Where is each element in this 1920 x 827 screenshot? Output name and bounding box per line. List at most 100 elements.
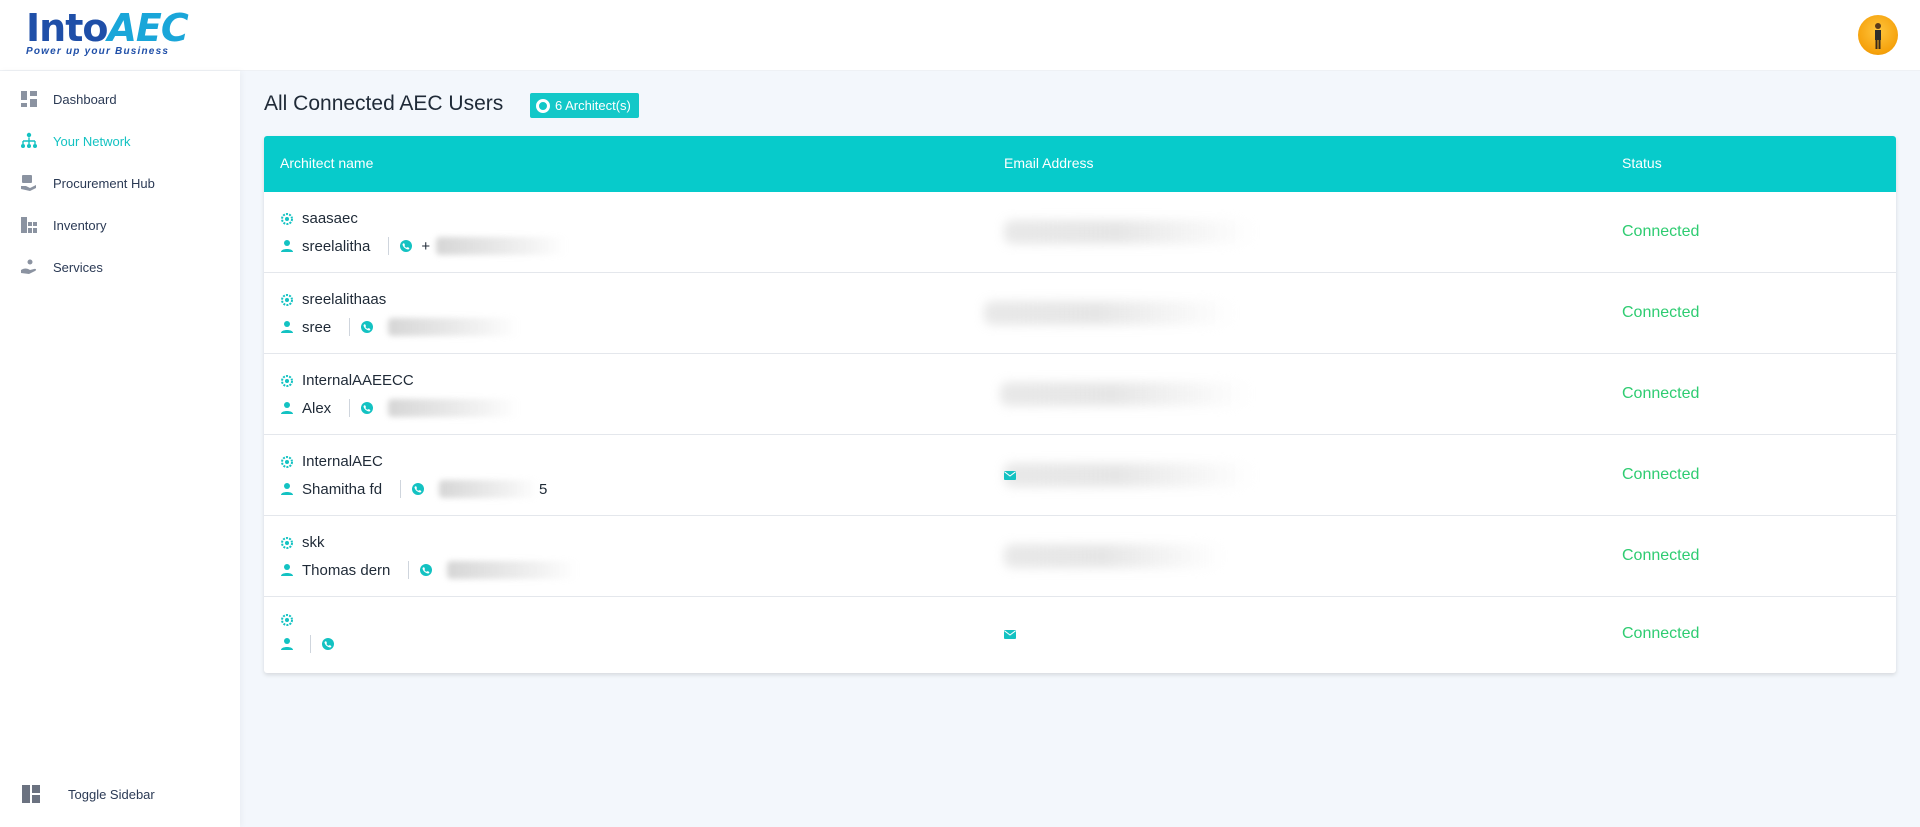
company-line	[280, 613, 302, 627]
company-line: InternalAEC	[280, 453, 383, 470]
phone-icon	[400, 240, 413, 252]
status-label: Connected	[1622, 223, 1700, 240]
divider	[388, 237, 390, 255]
phone-redacted	[388, 318, 519, 336]
table-row[interactable]: InternalAEC Shamitha fd 5 Connected	[264, 435, 1896, 516]
divider	[349, 318, 351, 336]
company-line: InternalAAEECC	[280, 372, 414, 389]
user-avatar[interactable]	[1858, 15, 1898, 55]
contact-line	[280, 635, 343, 653]
person-icon	[281, 240, 293, 252]
sidebar-item-label: Inventory	[53, 217, 107, 233]
phone-redacted	[447, 561, 578, 579]
company-gear-icon	[281, 614, 293, 626]
company-gear-icon	[281, 455, 293, 468]
company-name: sreelalithaas	[302, 291, 387, 308]
table-row[interactable]: skk Thomas dern Connected	[264, 516, 1896, 597]
logo-tagline: Power up your Business	[26, 46, 170, 57]
contact-line: Shamitha fd 5	[280, 480, 547, 498]
phone-icon	[361, 402, 374, 414]
table-row[interactable]: sreelalithaas sree Connected	[264, 273, 1896, 354]
contact-line: sreelalitha +	[280, 237, 567, 255]
status-label: Connected	[1622, 466, 1700, 483]
phone-icon	[322, 638, 334, 650]
sidebar: Dashboard Your Network Procurement Hub I…	[0, 71, 240, 827]
divider	[408, 561, 410, 579]
sidebar-item-procurement-hub[interactable]: Procurement Hub	[20, 171, 155, 195]
divider	[310, 635, 311, 653]
company-name: InternalAEC	[302, 453, 383, 470]
page-title: All Connected AEC Users	[264, 92, 504, 115]
logo-text-aec: AEC	[107, 6, 188, 50]
phone-icon	[361, 321, 374, 333]
email-redacted	[1004, 220, 1254, 244]
phone-number: 5	[539, 480, 548, 498]
email-redacted	[1000, 382, 1250, 406]
phone-number: +	[421, 237, 431, 255]
dashboard-icon	[20, 90, 38, 108]
column-header-status: Status	[1622, 155, 1662, 171]
table-row[interactable]: Connected	[264, 597, 1896, 673]
network-icon	[20, 132, 38, 150]
person-icon	[281, 402, 293, 414]
status-label: Connected	[1622, 625, 1700, 642]
contact-line: sree	[280, 318, 519, 336]
column-header-email: Email Address	[1004, 155, 1094, 171]
company-name: InternalAAEECC	[302, 372, 414, 389]
toggle-sidebar-button[interactable]: Toggle Sidebar	[22, 785, 155, 803]
contact-line: Thomas dern	[280, 561, 578, 579]
divider	[349, 399, 351, 417]
status-label: Connected	[1622, 304, 1700, 321]
logo-text-into: Into	[26, 6, 108, 50]
person-name: sreelalitha	[302, 237, 371, 255]
phone-icon	[420, 564, 433, 576]
email-redacted	[1004, 463, 1254, 487]
person-name: Alex	[302, 399, 332, 417]
intoaec-logo[interactable]: IntoAEC Power up your Business	[26, 6, 189, 66]
status-label: Connected	[1622, 547, 1700, 564]
toggle-sidebar-label: Toggle Sidebar	[68, 786, 155, 802]
person-icon	[281, 483, 293, 495]
company-gear-icon	[281, 293, 293, 306]
column-header-architect-name: Architect name	[280, 155, 374, 171]
sidebar-item-services[interactable]: Services	[20, 255, 103, 279]
divider	[400, 480, 402, 498]
sidebar-item-dashboard[interactable]: Dashboard	[20, 87, 117, 111]
ring-icon	[536, 98, 550, 113]
company-line: skk	[280, 534, 325, 551]
company-name: saasaec	[302, 210, 358, 227]
company-gear-icon	[281, 212, 293, 225]
person-name: Shamitha fd	[302, 480, 383, 498]
procurement-icon	[20, 174, 38, 192]
inventory-icon	[20, 216, 38, 234]
sidebar-item-label: Dashboard	[53, 91, 117, 107]
architect-count-label: 6 Architect(s)	[555, 98, 631, 113]
sidebar-item-your-network[interactable]: Your Network	[20, 129, 131, 153]
company-line: saasaec	[280, 210, 358, 227]
sidebar-item-inventory[interactable]: Inventory	[20, 213, 106, 237]
person-icon	[281, 564, 293, 576]
architect-count-badge: 6 Architect(s)	[530, 93, 639, 118]
company-gear-icon	[281, 536, 293, 549]
phone-redacted	[388, 399, 519, 417]
mail-icon	[1004, 471, 1016, 480]
services-icon	[20, 258, 38, 276]
sidebar-item-label: Services	[53, 259, 103, 275]
email-redacted	[1004, 544, 1224, 568]
phone-icon	[412, 483, 425, 495]
person-name: Thomas dern	[302, 561, 391, 579]
mail-icon	[1004, 630, 1016, 639]
table-row[interactable]: saasaec sreelalitha + Connected	[264, 192, 1896, 273]
contact-line: Alex	[280, 399, 519, 417]
table-row[interactable]: InternalAAEECC Alex Connected	[264, 354, 1896, 435]
sidebar-item-label: Procurement Hub	[53, 175, 155, 191]
avatar-person-icon	[1875, 23, 1881, 49]
company-name: skk	[302, 534, 325, 551]
company-gear-icon	[281, 374, 293, 387]
connected-users-table: Architect name Email Address Status saas…	[264, 136, 1896, 673]
sidebar-item-label: Your Network	[53, 133, 131, 149]
table-header: Architect name Email Address Status	[264, 136, 1896, 192]
top-header: IntoAEC Power up your Business	[0, 0, 1920, 71]
status-label: Connected	[1622, 385, 1700, 402]
email-redacted	[984, 301, 1234, 325]
